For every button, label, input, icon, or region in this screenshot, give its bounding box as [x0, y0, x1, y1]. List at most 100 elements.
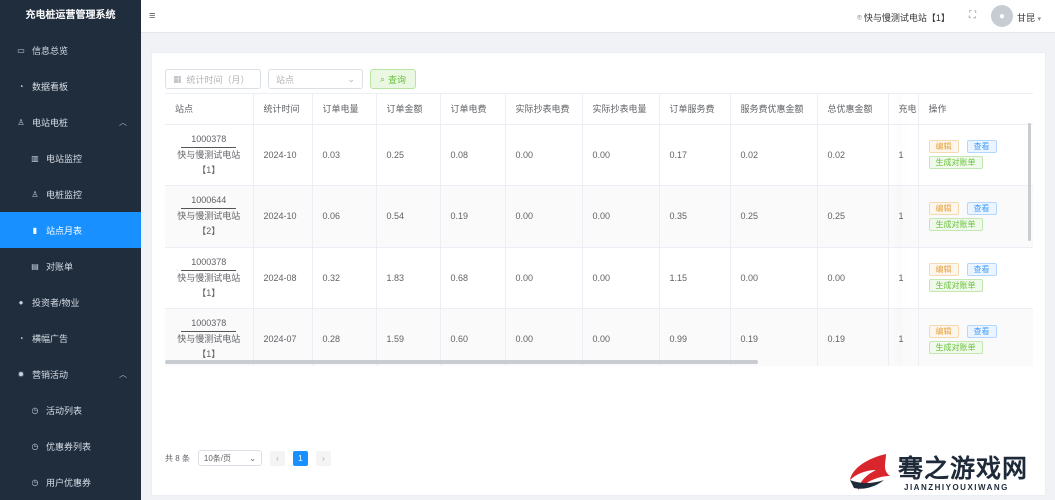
site-code: 1000644 [181, 193, 237, 210]
view-button[interactable]: 查看 [966, 140, 997, 154]
total-discount-cell: 0.25 [817, 185, 889, 248]
elec-fee-cell: 0.19 [440, 185, 506, 248]
total-discount-cell: 0.19 [817, 308, 889, 366]
sidebar-item-label: 用户优惠券 [46, 477, 92, 488]
service-fee-cell: 1.15 [659, 247, 731, 309]
sidebar-item-label: 数据看板 [32, 81, 69, 92]
service-discount-cell: 0.19 [730, 308, 818, 366]
chevron-down-icon: ⌄ [347, 73, 355, 84]
watermark-title: 骞之游戏网 [898, 454, 1029, 483]
meter-kwh-cell: 0.00 [582, 308, 660, 366]
wallet-icon: ▤ [31, 261, 39, 271]
site-code: 1000378 [181, 255, 237, 271]
dashboard-icon: ◔ [18, 81, 24, 91]
app-title: 充电桩运营管理系统 [25, 10, 116, 21]
column-header: 统计时间 [253, 94, 313, 125]
page-number-current[interactable]: 1 [292, 450, 308, 466]
site-cell: 1000378 快与慢测试电站 【1】 [165, 308, 254, 366]
site-name: 快与慢测试电站 [177, 272, 241, 283]
sidebar-item-investors[interactable]: ● 投资者/物业 [0, 284, 141, 320]
station-selector[interactable]: ⌾ 快与慢测试电站【1】 [857, 11, 950, 24]
generate-statement-button[interactable]: 生成对账单 [928, 156, 983, 170]
site-cell: 1000644 快与慢测试电站 【2】 [165, 185, 254, 248]
generate-statement-button[interactable]: 生成对账单 [928, 279, 983, 293]
sidebar-item-dashboard[interactable]: ◔ 数据看板 [0, 68, 141, 104]
username: 甘昆 [1017, 13, 1036, 23]
meter-kwh-cell: 0.00 [582, 247, 660, 309]
service-discount-cell: 0.00 [730, 247, 818, 309]
month-date-placeholder: 统计时间（月） [186, 74, 250, 85]
sidebar-item-label: 站点月表 [46, 225, 83, 236]
sidebar-item-label: 电站监控 [46, 153, 83, 164]
total-discount-cell: 0.00 [817, 247, 889, 309]
clock-icon: ◷ [31, 441, 39, 451]
view-button[interactable]: 查看 [966, 263, 997, 277]
sidebar-item-marketing[interactable]: ✹ 营销活动 ︿ [0, 356, 141, 392]
horizontal-scrollbar[interactable] [165, 360, 758, 364]
sidebar-item-pile-monitor[interactable]: ♙ 电桩监控 [0, 176, 141, 212]
edit-button[interactable]: 编辑 [928, 324, 959, 338]
fullscreen-icon[interactable]: ⛶ [969, 10, 976, 21]
next-page-button[interactable]: › [315, 450, 331, 466]
column-header: 实际抄表电量 [582, 94, 660, 125]
chevron-down-icon: ⌄ [249, 453, 256, 463]
edit-button[interactable]: 编辑 [928, 201, 959, 215]
menu-toggle-icon[interactable]: ≡ [149, 10, 155, 22]
column-header: 服务费优惠金额 [730, 94, 818, 125]
sidebar-item-station-monitor[interactable]: ▥ 电站监控 [0, 140, 141, 176]
kwh-cell: 0.06 [312, 185, 377, 248]
person-icon: ● [18, 297, 24, 307]
generate-statement-button[interactable]: 生成对账单 [928, 340, 983, 354]
sidebar-item-site-monthly[interactable]: ▮ 站点月表 [0, 212, 141, 248]
amount-cell: 0.54 [376, 185, 441, 248]
sidebar-item-activity-list[interactable]: ◷ 活动列表 [0, 392, 141, 428]
sidebar-item-overview[interactable]: ▭ 信息总览 [0, 32, 141, 68]
service-fee-cell: 0.35 [659, 185, 731, 248]
meter-kwh-cell: 0.00 [582, 124, 660, 186]
query-button[interactable]: ⌕ 查询 [370, 69, 417, 89]
generate-statement-button[interactable]: 生成对账单 [928, 217, 983, 231]
column-header: 订单电量 [312, 94, 377, 125]
meter-fee-cell: 0.00 [505, 308, 583, 366]
sidebar-item-label: 电站电桩 [32, 117, 69, 128]
view-button[interactable]: 查看 [966, 324, 997, 338]
sidebar-item-label: 对账单 [46, 261, 74, 272]
location-pin-icon: ⌾ [857, 12, 862, 22]
sidebar-item-label: 电桩监控 [46, 189, 83, 200]
site-number: 【1】 [197, 287, 221, 298]
prev-page-button[interactable]: ‹ [269, 450, 285, 466]
monitor-icon: ▭ [17, 45, 25, 55]
site-name: 快与慢测试电站 [177, 211, 241, 222]
station-selector-label: 快与慢测试电站【1】 [863, 13, 950, 23]
avatar[interactable]: ● [991, 5, 1013, 27]
meter-fee-cell: 0.00 [505, 247, 583, 309]
sidebar-item-coupon-list[interactable]: ◷ 优惠券列表 [0, 428, 141, 464]
column-header: 站点 [165, 94, 254, 125]
column-header: 订单金额 [376, 94, 441, 125]
chevron-up-icon: ︿ [119, 369, 127, 379]
edit-button[interactable]: 编辑 [928, 263, 959, 277]
sidebar-item-banners[interactable]: ◔ 横幅广告 [0, 320, 141, 356]
vertical-scrollbar[interactable] [1028, 123, 1031, 241]
elec-fee-cell: 0.08 [440, 124, 506, 186]
site-code: 1000378 [181, 316, 237, 333]
sidebar-item-user-coupons[interactable]: ◷ 用户优惠券 [0, 464, 141, 500]
site-select-placeholder: 站点 [276, 74, 295, 85]
sidebar-item-statement[interactable]: ▤ 对账单 [0, 248, 141, 284]
sidebar-item-stations[interactable]: ♙ 电站电桩 ︿ [0, 104, 141, 140]
column-header: 订单电费 [440, 94, 506, 125]
edit-button[interactable]: 编辑 [928, 140, 959, 154]
kwh-cell: 0.32 [312, 247, 377, 309]
site-number: 【1】 [197, 164, 221, 175]
site-select[interactable]: 站点 ⌄ [268, 69, 363, 89]
month-date-picker[interactable]: ▦ 统计时间（月） [165, 69, 261, 89]
elec-fee-cell: 0.60 [440, 308, 506, 366]
watermark: 骞之游戏网 JIANZHIYOUXIWANG [846, 447, 1051, 497]
sidebar-item-label: 优惠券列表 [46, 441, 92, 452]
user-menu[interactable]: 甘昆 ▾ [1017, 11, 1041, 24]
sidebar: 充电桩运营管理系统 ▭ 信息总览 ◔ 数据看板 ♙ 电站电桩 ︿ ▥ 电站监控 … [0, 0, 141, 500]
meter-fee-cell: 0.00 [505, 185, 583, 248]
page-size-select[interactable]: 10条/页 ⌄ [197, 450, 262, 466]
view-button[interactable]: 查看 [966, 201, 997, 215]
site-code: 1000378 [181, 132, 237, 148]
